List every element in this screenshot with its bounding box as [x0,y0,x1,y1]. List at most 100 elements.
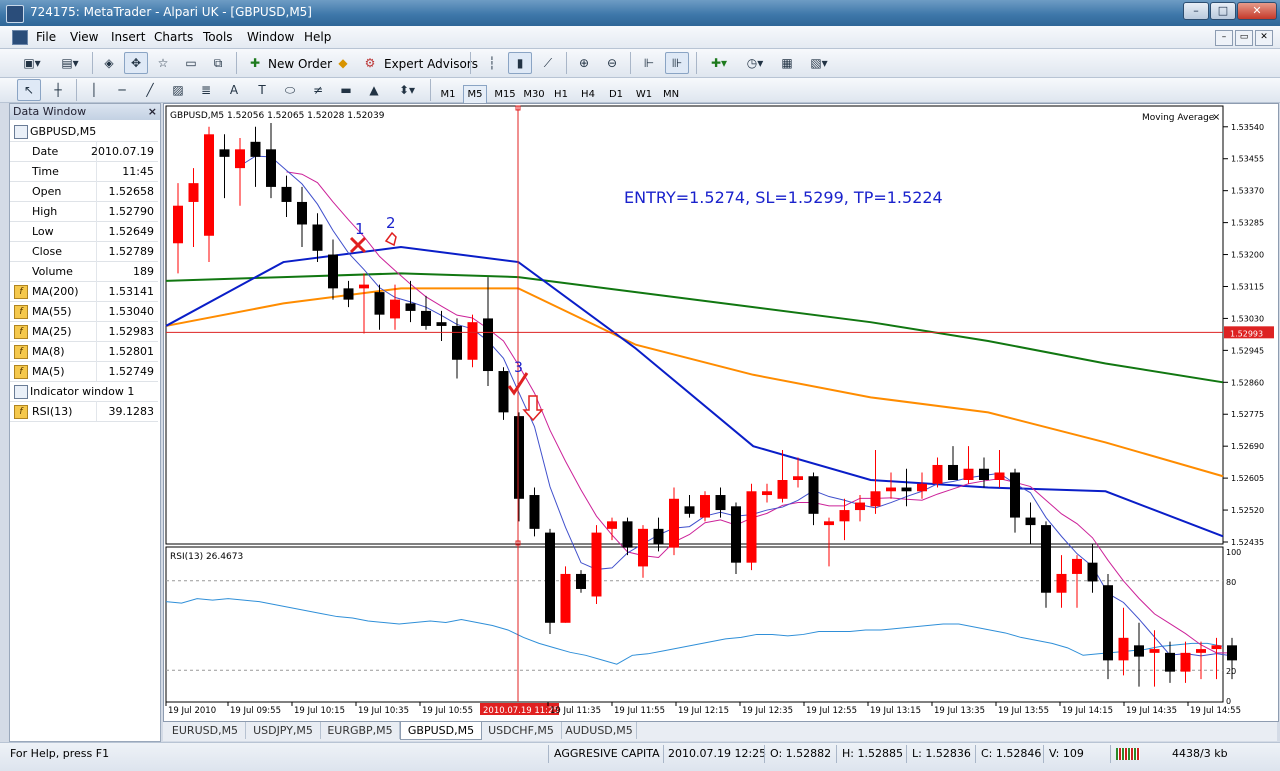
tab-usdjpy[interactable]: USDJPY,M5 [246,722,321,739]
timeframe-h1[interactable]: H1 [549,85,573,105]
price-label: 1.53030 [1231,314,1264,323]
expert-advisors-button[interactable]: Expert Advisors [384,57,478,71]
candle-body [824,521,834,526]
new-order-button[interactable]: New Order [268,57,332,71]
tab-eurgbp[interactable]: EURGBP,M5 [321,722,400,739]
candle-body [281,186,292,202]
terminal-icon[interactable]: ▭ [179,52,203,74]
data-window-icon[interactable]: ✥ [124,52,148,74]
templates-icon[interactable]: ▦ [775,52,799,74]
chart-window[interactable]: GBPUSD,M5 1.52056 1.52065 1.52028 1.5203… [163,103,1279,722]
close-button[interactable]: ✕ [1237,2,1277,20]
maximize-button[interactable]: □ [1210,2,1236,20]
text-icon[interactable]: A [222,79,246,101]
horizontal-line-icon[interactable]: ─ [110,79,134,101]
indicators-icon[interactable]: ✚▾ [703,52,735,74]
tab-audusd[interactable]: AUDUSD,M5 [562,722,637,739]
main-plot-border [165,105,1224,545]
window-title: 724175: MetaTrader - Alpari UK - [GBPUSD… [30,5,312,19]
ellipse-icon[interactable]: ⬭ [278,79,302,101]
time-label: 19 Jul 09:55 [230,706,281,716]
minimize-button[interactable]: – [1183,2,1209,20]
cursor-icon[interactable]: ↖ [17,79,41,101]
tab-eurusd[interactable]: EURUSD,M5 [165,722,246,739]
mdi-close-button[interactable]: ✕ [1255,30,1273,46]
mdi-restore-button[interactable]: ▭ [1235,30,1253,46]
trendline-icon[interactable]: ╱ [138,79,162,101]
tile-windows-icon[interactable]: ⊩ [637,52,661,74]
navigator-icon[interactable]: ☆ [151,52,175,74]
zoom-in-icon[interactable]: ⊕ [572,52,596,74]
chart-properties-icon[interactable]: ▧▾ [803,52,835,74]
menu-tools[interactable]: Tools [203,30,233,44]
candlestick-chart-icon[interactable]: ▮ [508,52,532,74]
data-window-panel: Data Window × GBPUSD,M5 Date 2010.07.19 T… [9,103,161,742]
chart-window-icon[interactable] [12,30,28,45]
row-label: Volume [32,265,73,278]
strategy-tester-icon[interactable]: ⧉ [206,52,230,74]
data-window-close-button[interactable]: × [148,104,157,120]
new-order-icon[interactable]: ✚ [243,52,267,74]
tab-gbpusd[interactable]: GBPUSD,M5 [400,722,482,740]
menu-view[interactable]: View [70,30,98,44]
metatrader-app-icon [6,5,24,23]
candle-body [886,487,896,492]
fibonacci-fan-icon[interactable]: ≠ [306,79,330,101]
candle-body [777,480,788,499]
crosshair-icon[interactable]: ┼ [46,79,70,101]
timeframe-m5[interactable]: M5 [463,85,487,105]
candle-body [374,292,385,315]
row-label: Time [32,165,59,178]
candle-body [948,464,958,480]
time-label: 19 Jul 14:55 [1190,706,1241,716]
triangle-icon[interactable]: ▲ [362,79,386,101]
bar-chart-icon[interactable]: ┆ [480,52,504,74]
timeframe-m30[interactable]: M30 [520,85,548,105]
chart-icon [14,385,28,399]
timeframe-m1[interactable]: M1 [436,85,460,105]
row-value: 189 [133,265,154,278]
candle-body [421,310,431,326]
expert-advisors-icon[interactable]: ⚙ [358,52,382,74]
rsi-scale-label: 20 [1226,667,1236,676]
candle-body [498,371,509,413]
indicator-close-button[interactable]: × [1212,112,1220,123]
price-label: 1.52435 [1231,538,1264,547]
menu-window[interactable]: Window [247,30,294,44]
mark-label-2: 2 [386,214,396,232]
timeframe-w1[interactable]: W1 [632,85,656,105]
timeframe-m15[interactable]: M15 [491,85,519,105]
timeframe-d1[interactable]: D1 [604,85,628,105]
drawing-toolbar: ↖ ┼ │ ─ ╱ ▨ ≣ A T ⬭ ≠ ▬ ▲ ⬍▾ M1 M5 M15 M… [0,78,1280,105]
menu-insert[interactable]: Insert [111,30,145,44]
timeframe-mn[interactable]: MN [659,85,683,105]
menu-charts[interactable]: Charts [154,30,193,44]
candle-body [514,416,524,499]
autotrading-warning-icon[interactable]: ◆ [331,52,355,74]
market-watch-icon[interactable]: ◈ [97,52,121,74]
tab-usdchf[interactable]: USDCHF,M5 [481,722,562,739]
mdi-minimize-button[interactable]: – [1215,30,1233,46]
equidistant-channel-icon[interactable]: ▨ [166,79,190,101]
line-chart-icon[interactable]: ⟋ [536,52,560,74]
row-label: MA(200) [32,285,79,298]
price-label: 1.53200 [1231,251,1264,260]
menu-file[interactable]: File [36,30,56,44]
arrows-icon[interactable]: ⬍▾ [390,79,424,101]
rectangle-icon[interactable]: ▬ [334,79,358,101]
vertical-line-icon[interactable]: │ [82,79,106,101]
price-chart[interactable]: GBPUSD,M5 1.52056 1.52065 1.52028 1.5203… [164,104,1278,721]
zoom-out-icon[interactable]: ⊖ [600,52,624,74]
menu-help[interactable]: Help [304,30,331,44]
function-icon: f [14,305,28,319]
auto-scroll-icon[interactable]: ⊪ [665,52,689,74]
fibonacci-retracement-icon[interactable]: ≣ [194,79,218,101]
periods-icon[interactable]: ◷▾ [739,52,771,74]
rsi-scale-label: 80 [1226,578,1236,587]
new-chart-icon[interactable]: ▣▾ [14,52,50,74]
profiles-icon[interactable]: ▤▾ [52,52,88,74]
candle-body [483,318,493,372]
text-label-icon[interactable]: T [250,79,274,101]
timeframe-h4[interactable]: H4 [576,85,600,105]
candle-body [467,322,478,360]
